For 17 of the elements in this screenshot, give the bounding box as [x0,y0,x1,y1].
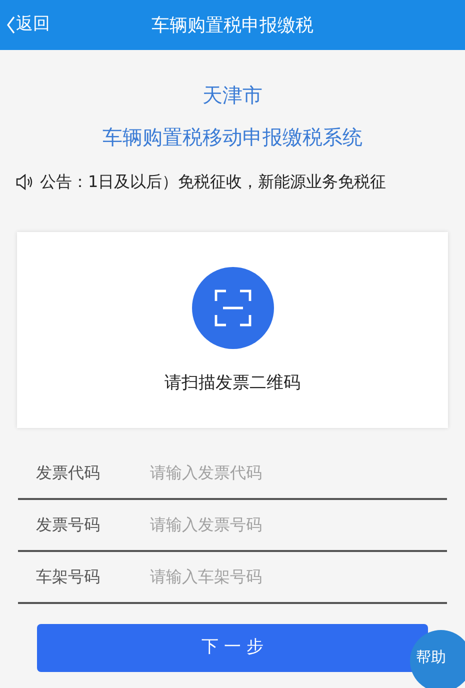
field-label: 发票号码 [36,514,101,536]
input-field[interactable]: 请输入发票代码 [150,461,447,485]
field-label: 车架号码 [36,566,101,588]
scan-label: 请扫描发票二维码 [164,372,300,395]
input-field[interactable]: 请输入车架号码 [150,565,447,589]
speaker-icon [16,174,34,190]
page-title: 车辆购置税申报缴税 [152,14,314,38]
field-label: 发票代码 [36,462,101,484]
scan-icon [214,289,252,327]
input-field[interactable]: 请输入发票号码 [150,513,447,537]
notice-text: 公告：1日及以后）免税征收，新能源业务免税征 [40,171,386,193]
help-button[interactable]: 帮助 [410,630,465,688]
system-title: 车辆购置税移动申报缴税系统 [102,124,364,150]
back-icon [6,14,16,35]
scan-card[interactable]: 请扫描发票二维码 [17,232,448,428]
city-title: 天津市 [202,82,264,108]
back-button[interactable]: 返回 [6,12,50,38]
